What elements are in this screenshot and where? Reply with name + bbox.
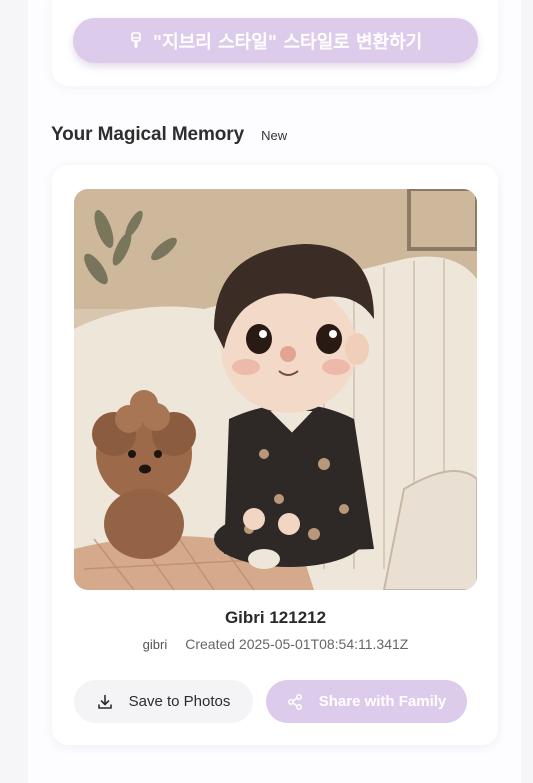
memory-image[interactable] xyxy=(74,189,477,590)
section-header: Your Magical Memory New xyxy=(51,124,287,146)
created-timestamp: Created 2025-05-01T08:54:11.341Z xyxy=(185,636,409,652)
section-title: Your Magical Memory xyxy=(51,124,245,145)
brush-icon xyxy=(129,31,143,50)
download-icon xyxy=(97,694,113,710)
convert-style-button-label: "지브리 스타일" 스타일로 변환하기 xyxy=(152,31,423,53)
share-with-family-button[interactable]: Share with Family xyxy=(266,680,467,723)
convert-style-button[interactable]: "지브리 스타일" 스타일로 변환하기 xyxy=(73,18,478,63)
share-icon xyxy=(287,693,303,710)
memory-meta: gibri Created 2025-05-01T08:54:11.341Z xyxy=(74,636,477,652)
save-to-photos-button[interactable]: Save to Photos xyxy=(74,680,253,723)
style-tag: gibri xyxy=(142,636,168,652)
memory-title: Gibri 121212 xyxy=(224,608,327,627)
save-to-photos-label: Save to Photos xyxy=(128,693,231,710)
share-with-family-label: Share with Family xyxy=(318,693,447,710)
new-badge: New xyxy=(261,127,288,143)
memory-illustration xyxy=(74,189,477,590)
